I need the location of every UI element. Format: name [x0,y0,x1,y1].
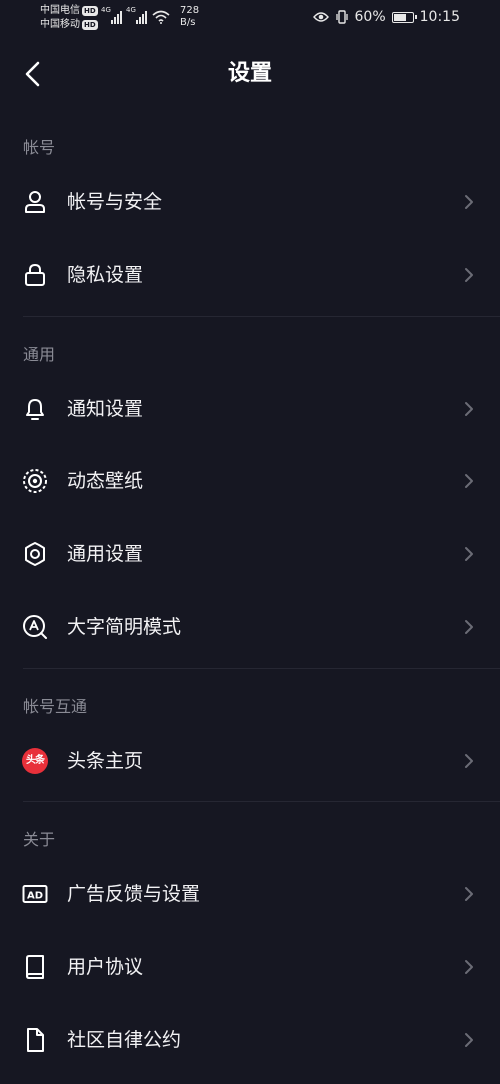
lock-icon [25,263,45,286]
clock: 10:15 [419,9,460,25]
hd-badge: HD [82,20,98,30]
hd-badge: HD [82,6,98,16]
settings-item-privacy[interactable]: 隐私设置 [0,245,500,305]
settings-item-label: 帐号与安全 [67,191,163,213]
bell-icon [26,399,44,420]
settings-item-label: 动态壁纸 [67,470,144,492]
signal-icon: 4G [126,6,147,24]
settings-item-notifications[interactable]: 通知设置 [0,379,500,439]
settings-item-label: 通知设置 [67,398,144,420]
speed-unit: B/s [180,17,196,28]
network-type-label: 4G [126,6,136,14]
chevron-right-icon [465,887,473,901]
settings-item-ad-feedback[interactable]: AD 广告反馈与设置 [0,864,500,924]
settings-item-label: 用户协议 [67,956,144,978]
large-font-icon [23,615,47,639]
network-type-label: 4G [101,6,111,14]
settings-item-label: 通用设置 [67,543,144,565]
ad-icon: AD [22,885,48,903]
settings-item-community-guidelines[interactable]: 社区自律公约 [0,1010,500,1070]
section-title-general: 通用 [23,345,56,364]
settings-item-label: 社区自律公约 [67,1029,182,1051]
speed-value: 728 [180,5,200,16]
carrier-1-label: 中国电信 [40,5,80,16]
signal-icon: 4G [101,6,122,24]
status-right: 60% 10:15 [312,9,460,25]
section-divider [23,801,500,802]
chevron-right-icon [465,620,473,634]
section-divider [23,316,500,317]
eye-icon [312,12,329,22]
settings-item-large-font-mode[interactable]: 大字简明模式 [0,597,500,657]
section-divider [23,668,500,669]
section-title-linked-accounts: 帐号互通 [23,697,88,716]
chevron-right-icon [465,960,473,974]
vibrate-icon [335,10,348,24]
settings-item-label: 大字简明模式 [67,616,182,638]
gear-icon [25,542,45,566]
ad-icon-text: AD [27,891,43,902]
carrier-info: 中国电信 HD 中国移动 HD [40,4,98,32]
wifi-icon [152,10,170,24]
battery-icon [391,11,417,23]
toutiao-icon: 头条 [22,748,48,774]
settings-item-user-agreement[interactable]: 用户协议 [0,937,500,997]
settings-item-account-security[interactable]: 帐号与安全 [0,172,500,232]
settings-item-general[interactable]: 通用设置 [0,524,500,584]
chevron-right-icon [465,474,473,488]
settings-item-live-wallpaper[interactable]: 动态壁纸 [0,451,500,511]
user-icon [25,191,45,213]
chevron-right-icon [465,268,473,282]
chevron-right-icon [465,195,473,209]
signal-indicators: 4G 4G [101,6,170,24]
page-title: 设置 [227,61,272,86]
section-title-about: 关于 [23,830,56,849]
chevron-right-icon [465,1033,473,1047]
live-wallpaper-icon [23,469,47,493]
chevron-right-icon [465,402,473,416]
network-speed: 728 B/s [180,5,199,29]
navigation-bar: 设置 [0,50,500,98]
settings-item-label: 头条主页 [67,750,144,772]
carrier-2-label: 中国移动 [40,19,80,30]
document-icon [27,1028,44,1052]
battery-percentage: 60% [354,9,386,25]
chevron-right-icon [465,754,473,768]
book-icon [26,955,44,979]
section-title-account: 帐号 [23,138,56,157]
settings-item-label: 隐私设置 [67,264,144,286]
status-bar: 中国电信 HD 中国移动 HD 4G 4G 728 B/s 60% 10:15 [0,0,500,40]
chevron-right-icon [465,547,473,561]
settings-item-label: 广告反馈与设置 [67,883,201,905]
settings-item-toutiao-homepage[interactable]: 头条 头条主页 [0,731,500,791]
